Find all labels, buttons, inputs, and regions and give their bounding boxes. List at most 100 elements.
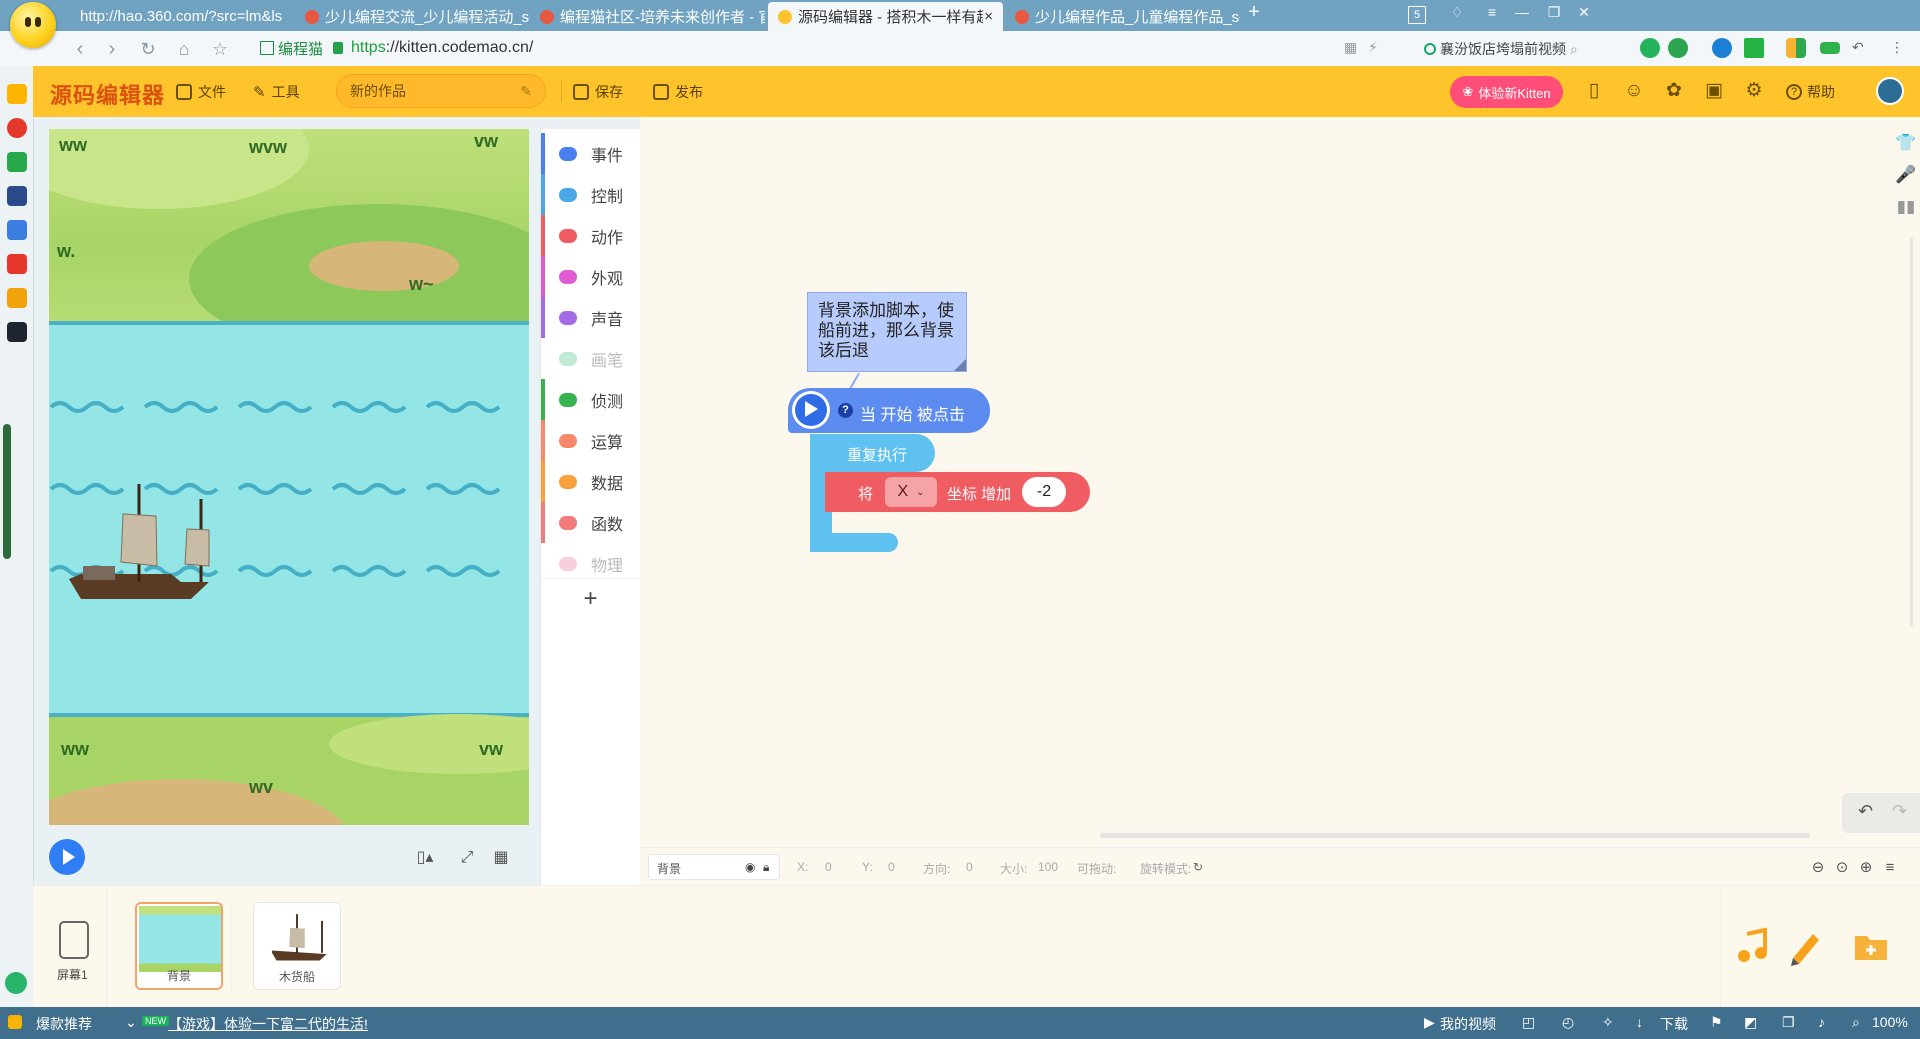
publish-button[interactable]: 发布 [653, 82, 703, 102]
category-item[interactable]: 事件 [541, 133, 640, 174]
visibility-eye-icon[interactable]: ◉ [745, 860, 755, 874]
category-item[interactable]: 控制 [541, 174, 640, 215]
y-value[interactable]: 0 [888, 860, 895, 874]
grid-toggle-icon[interactable]: ▦ [488, 845, 514, 871]
flag-icon[interactable]: ⚑ [1710, 1014, 1723, 1031]
help-icon[interactable]: ? [838, 403, 853, 418]
file-menu[interactable]: 文件 [176, 82, 226, 102]
category-item[interactable]: 外观 [541, 256, 640, 297]
screenshot-icon[interactable]: ◰ [1522, 1014, 1535, 1031]
video-icon[interactable]: ▶ [1424, 1014, 1435, 1031]
shop-icon[interactable] [7, 254, 27, 274]
favorites-icon[interactable] [7, 84, 27, 104]
apps-icon[interactable] [1786, 38, 1806, 58]
search-icon[interactable]: ⌕ [1570, 41, 1578, 58]
category-item[interactable]: 运算 [541, 420, 640, 461]
doc-icon[interactable] [7, 220, 27, 240]
category-item[interactable]: 函数 [541, 502, 640, 543]
grid-icon[interactable]: ▦ [1344, 39, 1357, 56]
backpack-icon[interactable]: ▣ [1703, 80, 1725, 102]
restore-icon[interactable]: ❐ [1540, 4, 1568, 21]
add-folder-icon[interactable] [1851, 926, 1891, 966]
undo-browser-icon[interactable]: ↶ [1852, 39, 1864, 56]
sprite-name-field[interactable]: 背景 [648, 854, 780, 880]
horizontal-scrollbar[interactable] [1100, 833, 1810, 838]
wechat-icon[interactable] [1640, 38, 1660, 58]
rotate-icon[interactable]: ↻ [1193, 860, 1203, 874]
my-video-link[interactable]: 我的视频 [1440, 1014, 1496, 1034]
expand-icon[interactable]: ⌄ [125, 1014, 137, 1031]
favorite-star-icon[interactable]: ☆ [208, 37, 232, 61]
browser-tab[interactable]: 编程猫社区-培养未来创作者 - 官方 [530, 2, 765, 31]
change-x-block[interactable]: 将 X ⌄ 坐标 增加 -2 [825, 472, 1090, 512]
zoom-icon[interactable]: ⌕ [1852, 1014, 1860, 1031]
pin-icon[interactable]: ✧ [1602, 1014, 1614, 1031]
clean-icon[interactable]: ◩ [1744, 1014, 1757, 1031]
scissors-icon[interactable] [1744, 38, 1764, 58]
try-new-kitten-button[interactable]: ❀ 体验新Kitten [1450, 76, 1563, 108]
volume-icon[interactable]: ♪ [1818, 1014, 1825, 1030]
direction-value[interactable]: 0 [966, 860, 973, 874]
tab-count-badge[interactable]: 5 [1408, 6, 1426, 24]
window-icon[interactable]: ❐ [1782, 1014, 1795, 1031]
bolt-icon[interactable]: ⚡ [1368, 39, 1378, 56]
lock-icon[interactable]: 🔒︎ [763, 860, 769, 875]
weibo-icon[interactable] [7, 118, 27, 138]
browser-logo[interactable] [10, 2, 56, 48]
when-start-clicked-block[interactable]: ? 当 开始 被点击 [788, 388, 990, 433]
recommend-label[interactable]: 爆款推荐 [36, 1014, 92, 1034]
category-item[interactable]: 数据 [541, 461, 640, 502]
category-item[interactable]: 画笔 [541, 338, 640, 379]
project-name-input[interactable]: 新的作品 ✎ [336, 74, 546, 108]
app-icon[interactable] [7, 322, 27, 342]
refresh-icon[interactable]: ↻ [136, 37, 160, 61]
resize-corner[interactable] [954, 359, 966, 371]
translate-icon[interactable] [1668, 38, 1688, 58]
speed-icon[interactable]: ◴ [1562, 1014, 1574, 1031]
menu-icon[interactable]: ≡ [1478, 4, 1506, 20]
more-icon[interactable]: ⋮ [1890, 39, 1904, 56]
redo-icon[interactable]: ↷ [1892, 801, 1907, 822]
browser-tab[interactable]: 少儿编程作品_儿童编程作品_scrat [1005, 2, 1240, 31]
device-icon[interactable]: ▯ [1583, 80, 1605, 102]
add-extension-button[interactable]: + [541, 578, 640, 619]
search-tool-icon[interactable] [1712, 38, 1732, 58]
brand-logo[interactable]: 源码编辑器 [50, 78, 165, 110]
script-workspace[interactable]: 背景添加脚本，使船前进，那么背景该后退 重复执行 ? 当 开始 被点击 将 X … [640, 117, 1920, 885]
device-size-icon[interactable]: ▯▴ [412, 845, 438, 871]
sprite-card-ship[interactable]: 木货船 [253, 902, 341, 990]
zoom-in-icon[interactable]: ⊕ [1856, 858, 1876, 878]
page-zoom-level[interactable]: 100% [1872, 1014, 1908, 1030]
close-window-icon[interactable]: ✕ [1570, 4, 1598, 21]
value-input[interactable]: -2 [1022, 477, 1066, 507]
category-item[interactable]: 侦测 [541, 379, 640, 420]
category-item[interactable]: 动作 [541, 215, 640, 256]
community-icon[interactable]: ✿ [1663, 80, 1685, 102]
home-icon[interactable]: ⌂ [172, 37, 196, 61]
run-button[interactable] [49, 839, 85, 875]
vertical-scrollbar[interactable] [1910, 237, 1913, 627]
news-link[interactable]: 【游戏】体验一下富二代的生活! [168, 1014, 368, 1034]
forward-icon[interactable]: › [100, 37, 124, 61]
browser-tab-active[interactable]: 源码编辑器 - 搭积木一样有趣的编 × [768, 2, 1003, 31]
download-icon[interactable]: ↓ [1636, 1014, 1643, 1030]
zoom-reset-icon[interactable]: ⊙ [1832, 858, 1852, 878]
save-button[interactable]: 保存 [573, 82, 623, 102]
zoom-out-icon[interactable]: ⊖ [1808, 858, 1828, 878]
add-icon[interactable] [5, 972, 27, 994]
hamburger-menu-icon[interactable]: ≡ [1880, 858, 1900, 878]
sound-library-icon[interactable] [1733, 926, 1773, 966]
fullscreen-icon[interactable]: ⤢ [454, 845, 480, 871]
category-item[interactable]: 声音 [541, 297, 640, 338]
search-box[interactable]: 襄汾饭店垮塌前视频 ⌕ [1424, 39, 1578, 59]
mail-icon[interactable] [7, 152, 27, 172]
tools-menu[interactable]: ✎ 工具 [253, 82, 300, 102]
close-tab-icon[interactable]: × [984, 8, 993, 25]
new-tab-button[interactable]: + [1240, 1, 1268, 24]
paint-pencil-icon[interactable] [1785, 926, 1825, 966]
sprite-card-background[interactable]: 背景 [135, 902, 223, 990]
browser-tab[interactable]: http://hao.360.com/?src=lm&ls [70, 2, 295, 31]
costume-shirt-icon[interactable]: 👕 [1895, 133, 1917, 155]
tablet-icon[interactable] [59, 921, 89, 959]
stage-canvas[interactable]: ww wvw vw w. w~ ww wv vw [49, 129, 529, 825]
